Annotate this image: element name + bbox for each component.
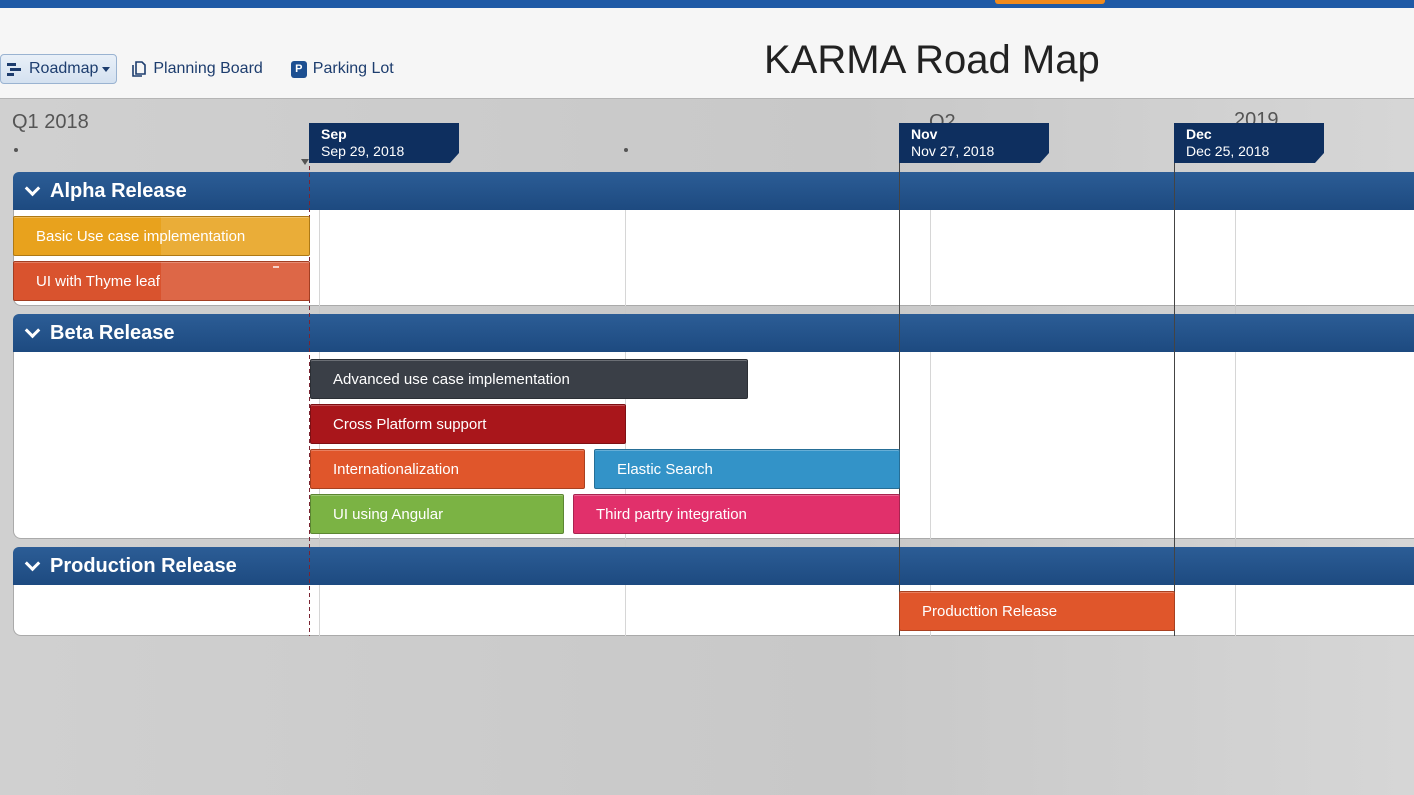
top-accent-bar xyxy=(0,0,1414,8)
task-label: Internationalization xyxy=(333,460,459,478)
group-header-production[interactable]: Production Release xyxy=(13,547,1414,585)
marker-line-nov xyxy=(899,159,900,636)
grid-line xyxy=(319,585,320,636)
roadmap-canvas: Q1 2018 Q2 2019 Alpha Release Beta Relea… xyxy=(0,98,1414,795)
task-bar[interactable]: Elastic Search xyxy=(594,449,900,489)
task-label: Producttion Release xyxy=(922,602,1058,620)
chevron-down-icon[interactable] xyxy=(24,180,41,196)
roadmap-tab[interactable]: Roadmap xyxy=(0,54,118,84)
group-title: Beta Release xyxy=(50,321,175,344)
task-bar[interactable]: UI with Thyme leaf xyxy=(13,261,310,301)
task-label: Third partry integration xyxy=(596,505,747,523)
milestone-flag-sep[interactable]: Sep Sep 29, 2018 xyxy=(309,123,459,163)
milestone-date: Sep 29, 2018 xyxy=(321,143,405,159)
view-switcher: Roadmap Planning Board P Parking Lot xyxy=(0,54,400,84)
task-bar[interactable]: Third partry integration xyxy=(573,494,900,534)
grid-line xyxy=(930,210,931,306)
group-header-alpha[interactable]: Alpha Release xyxy=(13,172,1414,210)
task-bar[interactable]: Basic Use case implementation xyxy=(13,216,310,256)
chevron-down-icon[interactable] xyxy=(24,322,41,338)
grid-line xyxy=(1235,585,1236,636)
timeline-tick xyxy=(14,148,18,152)
milestone-date: Dec 25, 2018 xyxy=(1186,143,1270,159)
parking-lot-tab[interactable]: P Parking Lot xyxy=(285,54,400,84)
marker-pointer xyxy=(301,159,309,165)
grid-line xyxy=(625,210,626,306)
task-label: UI with Thyme leaf xyxy=(36,272,160,290)
chevron-down-icon[interactable] xyxy=(102,66,111,72)
marker-line-dec xyxy=(1174,159,1175,636)
milestone-month: Nov xyxy=(911,126,938,142)
milestone-month: Sep xyxy=(321,126,347,142)
milestone-flag-nov[interactable]: Nov Nov 27, 2018 xyxy=(899,123,1049,163)
timeline-tick xyxy=(624,148,628,152)
group-title: Production Release xyxy=(50,554,237,577)
period-label-q1-2018: Q1 2018 xyxy=(12,111,89,133)
resize-handle[interactable] xyxy=(273,266,279,268)
header: Roadmap Planning Board P Parking Lot KAR… xyxy=(0,8,1414,98)
grid-line xyxy=(1235,352,1236,539)
planning-board-label: Planning Board xyxy=(153,60,263,77)
top-highlight-tab xyxy=(995,0,1105,4)
bar-highlight xyxy=(161,262,309,300)
chevron-down-icon[interactable] xyxy=(24,555,41,571)
task-bar[interactable]: Cross Platform support xyxy=(310,404,626,444)
page-title: KARMA Road Map xyxy=(764,38,1100,82)
task-bar[interactable]: UI using Angular xyxy=(310,494,564,534)
roadmap-icon xyxy=(7,61,23,77)
group-header-beta[interactable]: Beta Release xyxy=(13,314,1414,352)
grid-line xyxy=(1235,210,1236,306)
milestone-flag-dec[interactable]: Dec Dec 25, 2018 xyxy=(1174,123,1324,163)
grid-line xyxy=(319,210,320,306)
task-label: Advanced use case implementation xyxy=(333,370,570,388)
milestone-month: Dec xyxy=(1186,126,1212,142)
roadmap-tab-label: Roadmap xyxy=(29,60,99,77)
document-icon xyxy=(131,61,147,77)
grid-line xyxy=(930,352,931,539)
grid-line xyxy=(625,585,626,636)
task-label: Elastic Search xyxy=(617,460,713,478)
parking-icon: P xyxy=(290,60,307,78)
task-bar[interactable]: Internationalization xyxy=(310,449,585,489)
task-bar[interactable]: Advanced use case implementation xyxy=(310,359,748,399)
group-title: Alpha Release xyxy=(50,179,187,202)
task-label: UI using Angular xyxy=(333,505,444,523)
group-body-production xyxy=(13,585,1414,636)
task-label: Basic Use case implementation xyxy=(36,227,246,245)
task-bar[interactable]: Producttion Release xyxy=(899,591,1175,631)
milestone-date: Nov 27, 2018 xyxy=(911,143,995,159)
planning-board-tab[interactable]: Planning Board xyxy=(125,54,268,84)
parking-lot-label: Parking Lot xyxy=(312,60,394,77)
task-label: Cross Platform support xyxy=(333,415,487,433)
